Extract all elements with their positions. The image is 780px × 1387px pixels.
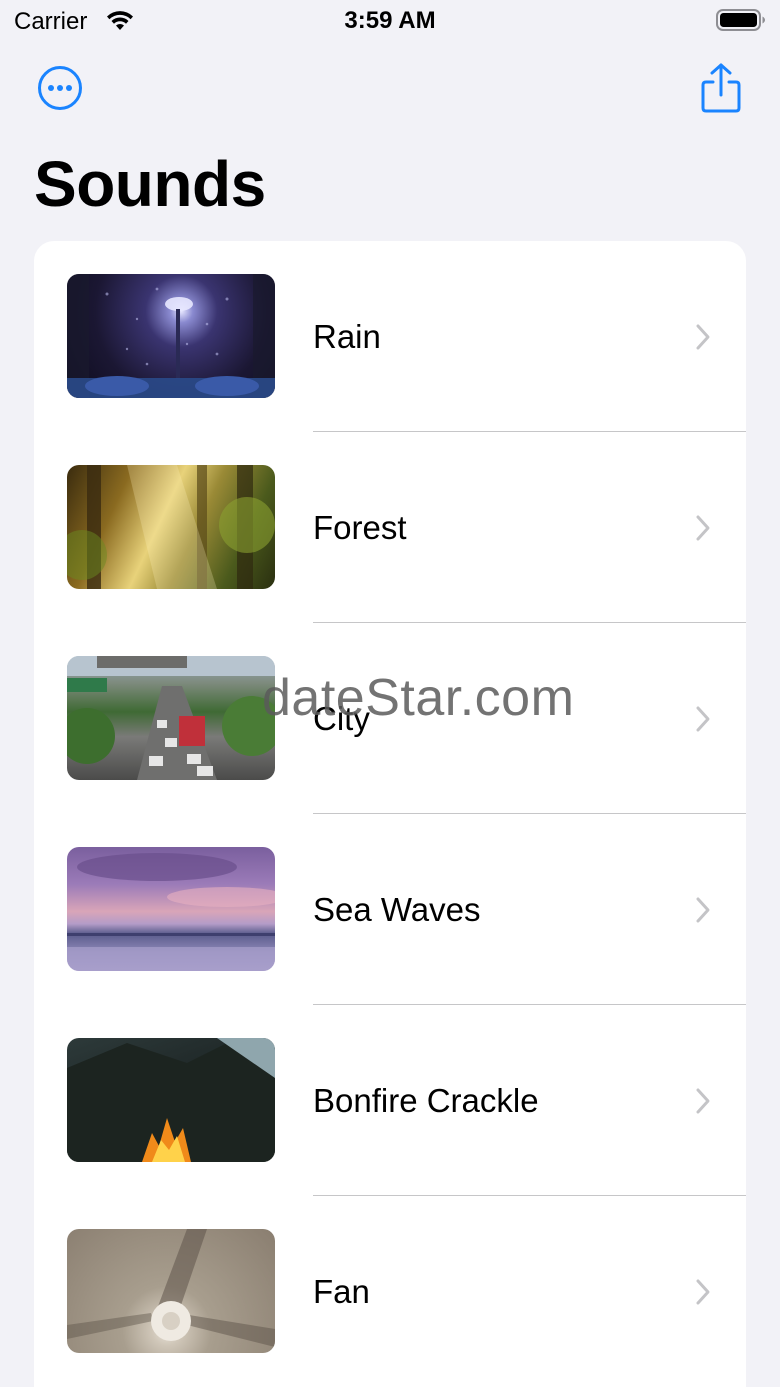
chevron-right-icon — [696, 1088, 710, 1114]
list-item-fan[interactable]: Fan — [34, 1196, 746, 1387]
ellipsis-circle-icon[interactable] — [37, 65, 83, 111]
forest-thumbnail — [67, 465, 275, 589]
fan-thumbnail — [67, 1229, 275, 1353]
chevron-right-icon — [696, 897, 710, 923]
sea-waves-thumbnail — [67, 847, 275, 971]
city-thumbnail — [67, 656, 275, 780]
sounds-list: Rain Forest City Sea Waves Bonfire Crack… — [34, 241, 746, 1387]
list-item-rain[interactable]: Rain — [34, 241, 746, 432]
list-item-forest[interactable]: Forest — [34, 432, 746, 623]
list-item-sea-waves[interactable]: Sea Waves — [34, 814, 746, 1005]
sound-label: City — [313, 700, 370, 737]
screen: Carrier 3:59 AM Sounds Rain Forest City … — [0, 0, 780, 1387]
list-item-city[interactable]: City — [34, 623, 746, 814]
chevron-right-icon — [696, 515, 710, 541]
status-bar: Carrier 3:59 AM — [0, 0, 780, 44]
sound-label: Fan — [313, 1273, 370, 1310]
battery-icon — [716, 9, 765, 31]
page-title: Sounds — [34, 148, 266, 220]
sound-label: Forest — [313, 509, 407, 546]
list-item-bonfire-crackle[interactable]: Bonfire Crackle — [34, 1005, 746, 1196]
chevron-right-icon — [696, 1279, 710, 1305]
sound-label: Sea Waves — [313, 891, 481, 928]
rain-thumbnail — [67, 274, 275, 398]
share-icon[interactable] — [700, 62, 742, 114]
sound-label: Rain — [313, 318, 381, 355]
bonfire-thumbnail — [67, 1038, 275, 1162]
sound-label: Bonfire Crackle — [313, 1082, 539, 1119]
chevron-right-icon — [696, 706, 710, 732]
clock-label: 3:59 AM — [344, 7, 436, 34]
chevron-right-icon — [696, 324, 710, 350]
